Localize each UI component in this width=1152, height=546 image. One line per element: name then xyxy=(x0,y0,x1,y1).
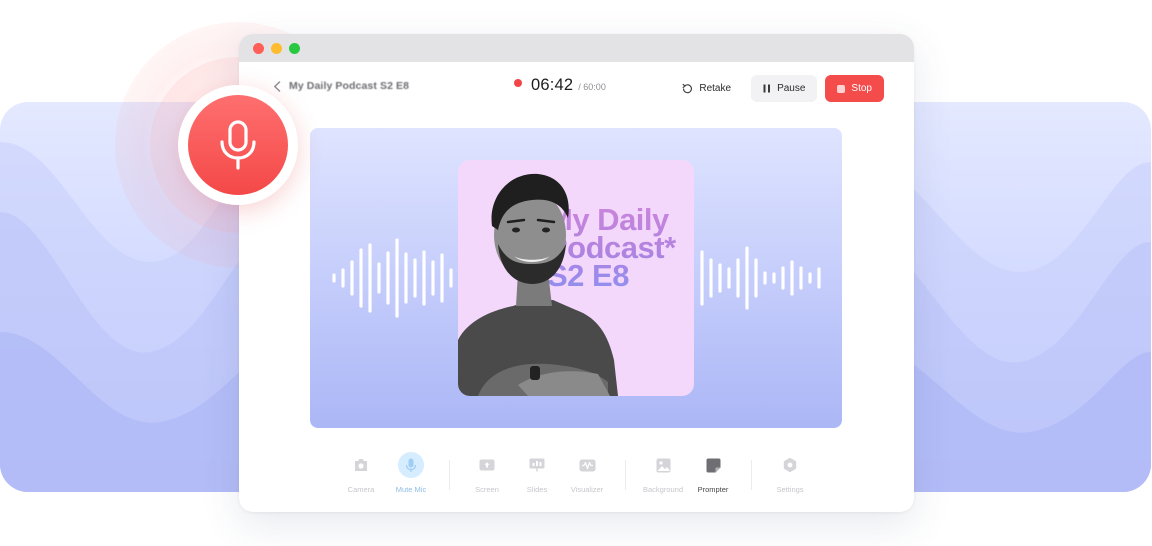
recording-actions: Retake Pause Stop xyxy=(670,75,884,102)
host-portrait xyxy=(458,173,618,396)
gear-icon xyxy=(783,457,797,473)
bottom-toolbar: Camera Mute Mic Screen Slides Visualizer… xyxy=(239,452,914,500)
episode-title: My Daily Podcast S2 E8 xyxy=(289,80,410,92)
image-icon xyxy=(656,458,670,472)
toolbar-separator xyxy=(751,460,752,490)
prompter-icon xyxy=(706,458,720,472)
recording-header: My Daily Podcast S2 E8 06:42 / 60:00 Ret… xyxy=(239,62,914,116)
record-mic-button[interactable] xyxy=(178,85,298,205)
maximize-window-button[interactable] xyxy=(289,42,300,54)
recording-indicator xyxy=(514,79,522,87)
minimize-window-button[interactable] xyxy=(271,42,282,54)
window-titlebar xyxy=(239,34,914,62)
slides-icon xyxy=(529,458,545,472)
retake-icon xyxy=(682,83,693,94)
recorder-window: My Daily Podcast S2 E8 06:42 / 60:00 Ret… xyxy=(239,34,914,512)
time-limit: / 60:00 xyxy=(578,82,606,92)
recording-timer: 06:42 / 60:00 xyxy=(514,76,606,95)
stop-icon xyxy=(837,84,846,93)
microphone-icon xyxy=(220,120,256,170)
stop-button[interactable]: Stop xyxy=(825,75,884,102)
back-button[interactable]: My Daily Podcast S2 E8 xyxy=(273,80,409,92)
settings-tool[interactable]: Settings xyxy=(760,452,820,494)
toolbar-separator xyxy=(625,460,626,490)
camera-icon xyxy=(355,459,367,471)
retake-button[interactable]: Retake xyxy=(670,75,743,102)
pause-button[interactable]: Pause xyxy=(751,75,818,102)
prompter-tool[interactable]: Prompter xyxy=(683,452,743,494)
mute-mic-tool[interactable]: Mute Mic xyxy=(381,452,441,494)
screen-share-icon xyxy=(479,459,495,470)
chevron-left-icon xyxy=(273,80,281,92)
microphone-icon xyxy=(405,458,417,472)
toolbar-separator xyxy=(449,460,450,490)
podcast-cover: My Daily Podcast* S2 E8 xyxy=(458,160,694,396)
recording-stage: My Daily Podcast* S2 E8 xyxy=(310,128,842,428)
visualizer-icon xyxy=(579,459,595,471)
pause-icon xyxy=(763,84,771,93)
elapsed-time: 06:42 xyxy=(531,76,574,94)
close-window-button[interactable] xyxy=(253,42,264,54)
visualizer-tool[interactable]: Visualizer xyxy=(557,452,617,494)
